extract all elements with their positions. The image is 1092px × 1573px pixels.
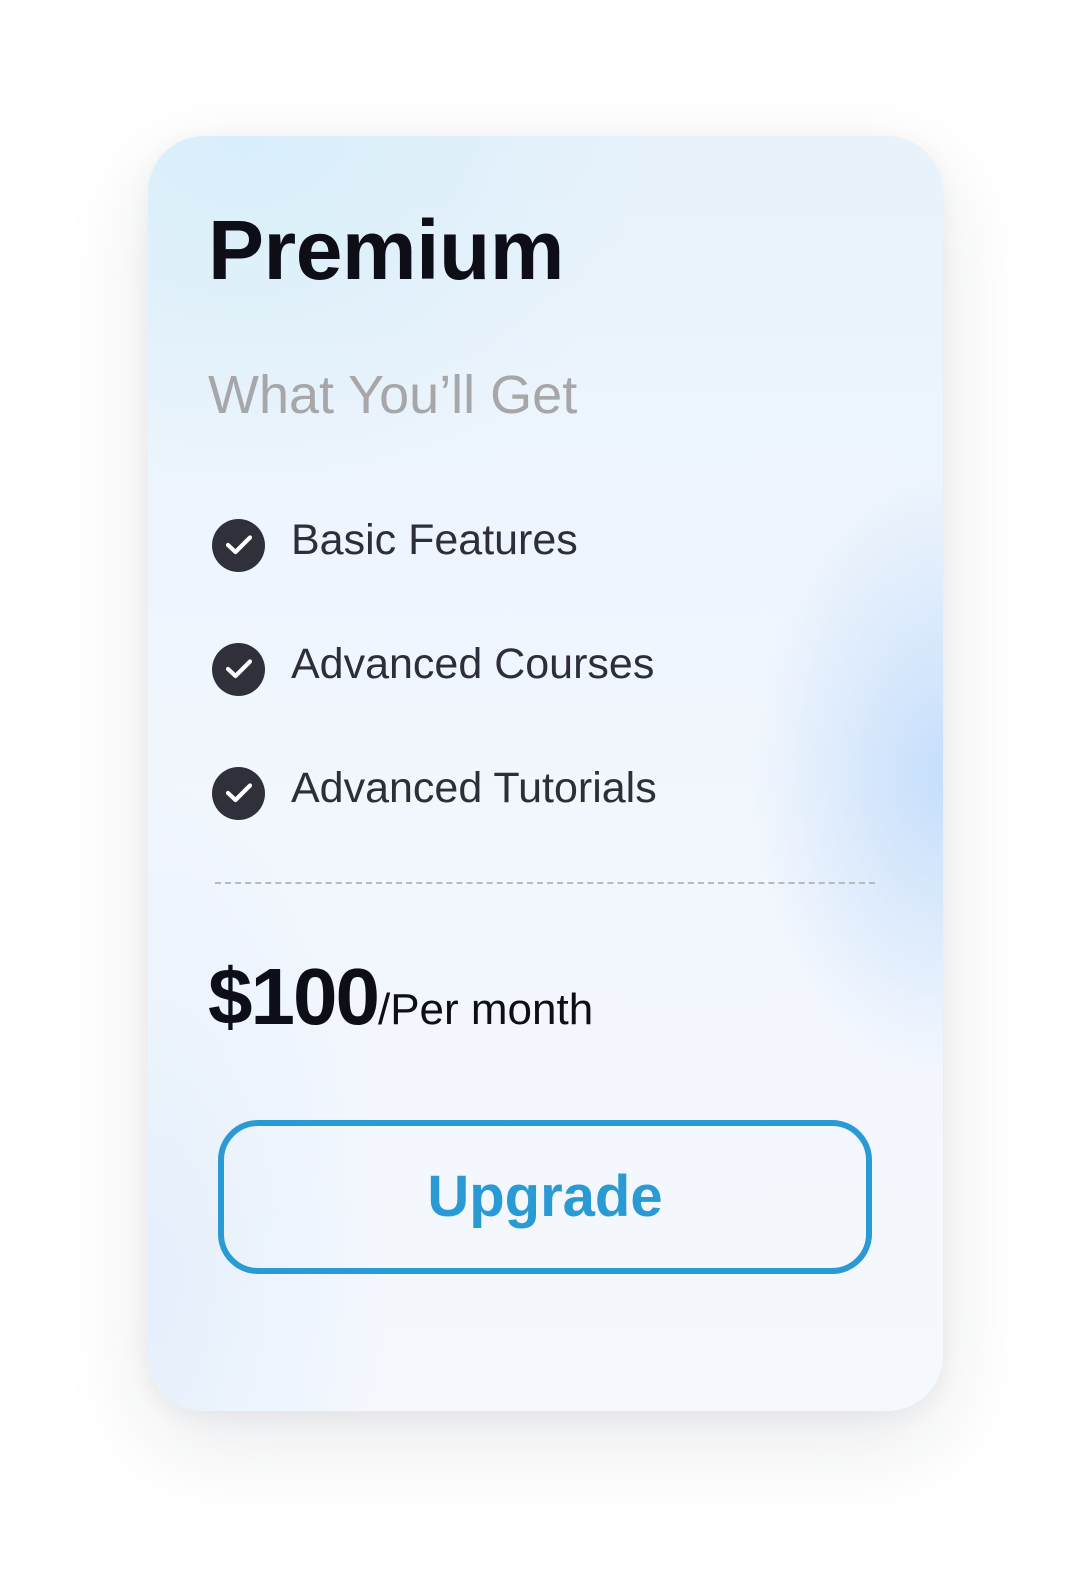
- price-period: /Per month: [377, 985, 594, 1034]
- feature-list: Basic Features Advanced Courses Advanced…: [212, 510, 657, 882]
- check-circle-icon: [212, 642, 265, 696]
- features-subtitle: What You’ll Get: [208, 365, 578, 425]
- feature-item-advanced-tutorials: Advanced Tutorials: [212, 758, 657, 820]
- feature-item-advanced-courses: Advanced Courses: [212, 634, 657, 696]
- price-amount: $100: [208, 952, 380, 1041]
- feature-label: Advanced Tutorials: [291, 764, 657, 812]
- pricing-card: Premium What You’ll Get Basic Features A…: [148, 136, 943, 1411]
- upgrade-button[interactable]: Upgrade: [218, 1120, 872, 1274]
- check-circle-icon: [212, 766, 265, 820]
- feature-item-basic-features: Basic Features: [212, 510, 657, 572]
- feature-label: Basic Features: [291, 516, 578, 564]
- dashed-divider: [215, 882, 875, 884]
- price: $100 /Per month: [208, 954, 593, 1040]
- upgrade-button-label: Upgrade: [427, 1164, 663, 1229]
- plan-title: Premium: [208, 203, 564, 297]
- feature-label: Advanced Courses: [291, 640, 655, 688]
- check-circle-icon: [212, 518, 265, 572]
